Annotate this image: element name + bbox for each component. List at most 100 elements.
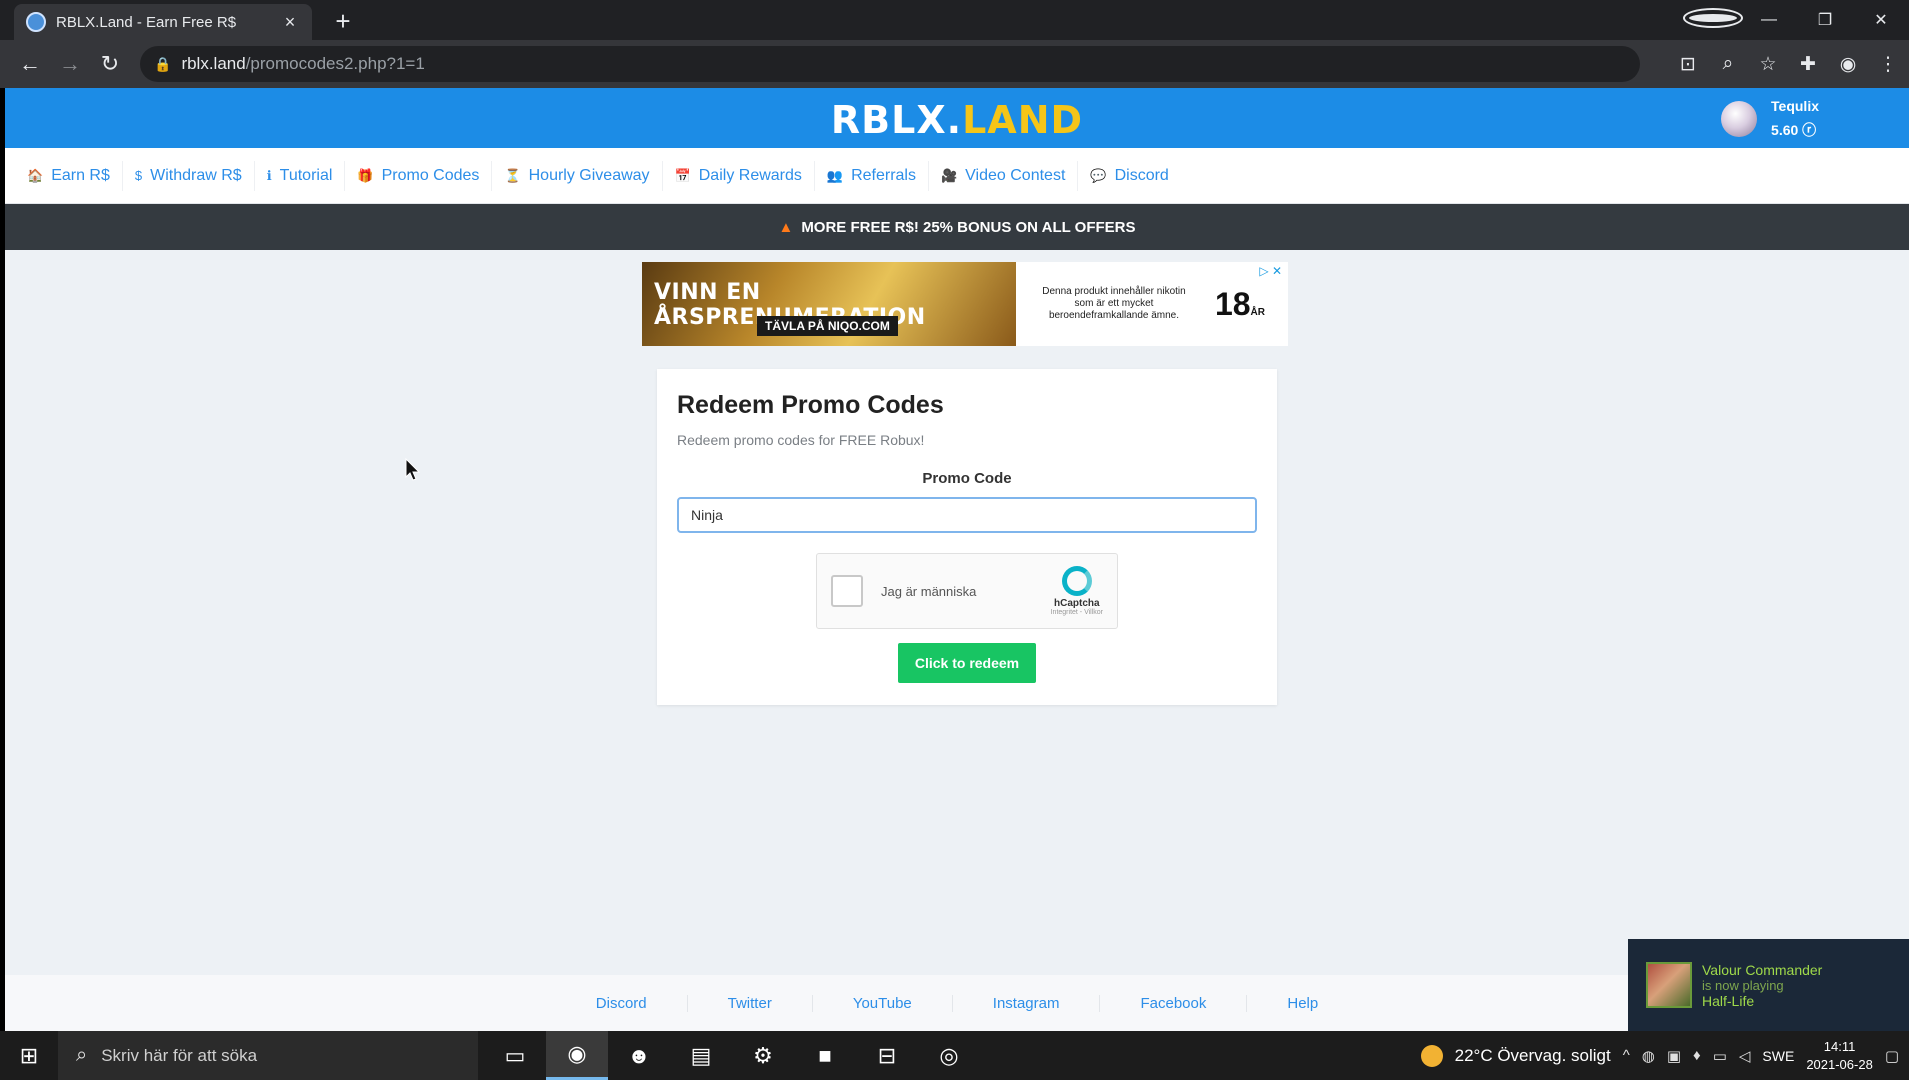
promo-banner: ▲ MORE FREE R$! 25% BONUS ON ALL OFFERS	[5, 204, 1909, 250]
footer-link-youtube[interactable]: YouTube	[813, 994, 953, 1012]
close-window-button[interactable]: ✕	[1853, 10, 1909, 30]
taskbar-search-placeholder: Skriv här för att söka	[101, 1045, 258, 1065]
discord-icon[interactable]: ☻	[608, 1031, 670, 1080]
steam-icon[interactable]: ⚙	[732, 1031, 794, 1080]
obs-icon[interactable]: ◎	[918, 1031, 980, 1080]
chrome-icon[interactable]: ◉	[546, 1031, 608, 1080]
home-icon: 🏠	[27, 167, 44, 183]
clock-time: 14:11	[1823, 1038, 1856, 1054]
mouse-cursor-icon	[405, 458, 421, 481]
zoom-icon[interactable]: ⌕	[1715, 53, 1741, 75]
minimize-button[interactable]: —	[1741, 11, 1797, 29]
ad-cta[interactable]: TÄVLA PÅ NIQO.COM	[757, 316, 898, 336]
tray-app-icon[interactable]: ◍	[1642, 1047, 1655, 1065]
volume-icon[interactable]: ◁	[1739, 1047, 1751, 1065]
clock-date: 2021-06-28	[1806, 1056, 1873, 1072]
page-title: Redeem Promo Codes	[677, 391, 944, 419]
language-indicator[interactable]: SWE	[1762, 1048, 1794, 1064]
adchoices-icon[interactable]: ▷ ✕	[1259, 264, 1282, 278]
search-icon: ⌕	[76, 1044, 88, 1066]
nav-item-hourly-giveaway[interactable]: ⏳ Hourly Giveaway	[492, 160, 663, 191]
windows-start-icon[interactable]: ⊞	[0, 1043, 58, 1069]
tray-device-icon[interactable]: ▣	[1667, 1047, 1681, 1065]
nav-item-discord[interactable]: 💬 Discord	[1078, 161, 1180, 191]
translate-icon[interactable]: ⊡	[1675, 53, 1701, 76]
lock-icon[interactable]: 🔒	[154, 56, 171, 73]
microphone-icon[interactable]: ♦	[1693, 1047, 1701, 1064]
store-icon[interactable]: ⊟	[856, 1031, 918, 1080]
system-tray: 22°C Övervag. soligt ^ ◍ ▣ ♦ ▭ ◁ SWE 14:…	[1420, 1031, 1909, 1080]
nav-item-promo-codes[interactable]: 🎁 Promo Codes	[345, 160, 493, 191]
robux-balance: 5.60 ⓡ	[1771, 122, 1817, 138]
extensions-icon[interactable]: ✚	[1795, 53, 1821, 76]
user-menu[interactable]: Tequlix 5.60 ⓡ	[1721, 98, 1819, 140]
url-path: /promocodes2.php?1=1	[245, 54, 425, 73]
gift-icon: 🎁	[357, 167, 374, 183]
notifications-icon[interactable]: ▢	[1885, 1047, 1899, 1065]
footer-link-instagram[interactable]: Instagram	[953, 994, 1101, 1012]
avatar[interactable]	[1721, 101, 1758, 137]
task-view-icon[interactable]: ▭	[484, 1031, 546, 1080]
reload-button[interactable]: ↻	[90, 51, 130, 77]
redeem-button[interactable]: Click to redeem	[898, 643, 1036, 683]
ad-warning: Denna produkt innehåller nikotin som är …	[1042, 286, 1186, 321]
restore-button[interactable]: ❐	[1797, 10, 1853, 30]
bookmark-star-icon[interactable]: ☆	[1755, 53, 1781, 76]
minecraft-icon[interactable]: ■	[794, 1031, 856, 1080]
weather-icon[interactable]	[1420, 1044, 1443, 1067]
users-icon: 👥	[826, 167, 844, 183]
window-controls: — ❐ ✕	[1683, 0, 1909, 40]
clock[interactable]: 14:11 2021-06-28	[1806, 1038, 1873, 1074]
menu-kebab-icon[interactable]: ⋮	[1875, 53, 1901, 76]
site-footer: Discord Twitter YouTube Instagram Facebo…	[5, 975, 1909, 1031]
advertisement[interactable]: VINN EN ÅRSPRENUMERATION TÄVLA PÅ NIQO.C…	[642, 262, 1288, 346]
captcha-label: Jag är människa	[881, 583, 977, 599]
browser-tab-strip: RBLX.Land - Earn Free R$ × + — ❐ ✕	[0, 0, 1909, 40]
profile-icon[interactable]	[1683, 7, 1743, 31]
site-nav: 🏠 Earn R$ $ Withdraw R$ ℹ Tutorial 🎁 Promo C…	[5, 148, 1909, 204]
tab-close-icon[interactable]: ×	[280, 12, 300, 33]
fire-icon: ▲	[778, 218, 794, 236]
chat-icon: 💬	[1090, 167, 1107, 183]
chevron-up-icon[interactable]: ^	[1623, 1047, 1630, 1064]
steam-notification[interactable]: Valour Commander is now playing Half-Lif…	[1628, 939, 1909, 1031]
hcaptcha-logo: hCaptcha Integritet - Villkor	[1051, 566, 1103, 616]
site-logo[interactable]: RBLX.LAND	[5, 98, 1909, 142]
captcha-terms-link[interactable]: Integritet - Villkor	[1051, 609, 1103, 616]
network-icon[interactable]: ▭	[1713, 1047, 1727, 1065]
nav-item-daily-rewards[interactable]: 📅 Daily Rewards	[663, 160, 815, 191]
taskbar-apps: ▭ ◉ ☻ ▤ ⚙ ■ ⊟ ◎	[484, 1031, 980, 1080]
ad-text-panel: Denna produkt innehåller nikotin som är …	[1016, 262, 1288, 346]
back-button[interactable]: ←	[10, 51, 50, 77]
browser-tool-icons: ⊡ ⌕ ☆ ✚ ◉ ⋮	[1675, 40, 1901, 88]
hcaptcha-icon	[1061, 566, 1092, 596]
ad-age-badge: 18ÅR	[1214, 285, 1265, 322]
nav-item-earn[interactable]: 🏠 Earn R$	[15, 160, 123, 191]
captcha-checkbox[interactable]	[831, 575, 863, 607]
nav-item-tutorial[interactable]: ℹ Tutorial	[255, 160, 346, 191]
new-tab-button[interactable]: +	[328, 6, 358, 37]
footer-link-twitter[interactable]: Twitter	[688, 994, 813, 1012]
address-bar[interactable]: 🔒 rblx.land /promocodes2.php?1=1	[140, 46, 1640, 82]
footer-link-discord[interactable]: Discord	[556, 994, 688, 1012]
taskbar-search[interactable]: ⌕ Skriv här för att söka	[58, 1031, 478, 1080]
file-explorer-icon[interactable]: ▤	[670, 1031, 732, 1080]
info-icon: ℹ	[266, 167, 272, 183]
weather-text[interactable]: 22°C Övervag. soligt	[1455, 1046, 1611, 1066]
tab-title: RBLX.Land - Earn Free R$	[56, 13, 237, 31]
site-header: RBLX.LAND Tequlix 5.60 ⓡ	[5, 88, 1909, 148]
friend-avatar	[1646, 962, 1692, 1008]
hcaptcha-widget: Jag är människa hCaptcha Integritet - Vi…	[816, 553, 1118, 629]
ad-image[interactable]: VINN EN ÅRSPRENUMERATION TÄVLA PÅ NIQO.C…	[642, 262, 1016, 346]
forward-button[interactable]: →	[50, 51, 90, 77]
footer-link-help[interactable]: Help	[1247, 995, 1358, 1012]
nav-item-withdraw[interactable]: $ Withdraw R$	[123, 160, 255, 191]
promo-code-input[interactable]	[677, 497, 1257, 533]
nav-item-referrals[interactable]: 👥 Referrals	[815, 160, 929, 191]
banner-text: MORE FREE R$! 25% BONUS ON ALL OFFERS	[801, 218, 1136, 236]
nav-item-video-contest[interactable]: 🎥 Video Contest	[929, 160, 1079, 191]
browser-tab[interactable]: RBLX.Land - Earn Free R$ ×	[14, 4, 312, 40]
friend-name: Valour Commander	[1702, 961, 1823, 978]
footer-link-facebook[interactable]: Facebook	[1100, 994, 1248, 1012]
account-avatar-icon[interactable]: ◉	[1835, 53, 1861, 76]
